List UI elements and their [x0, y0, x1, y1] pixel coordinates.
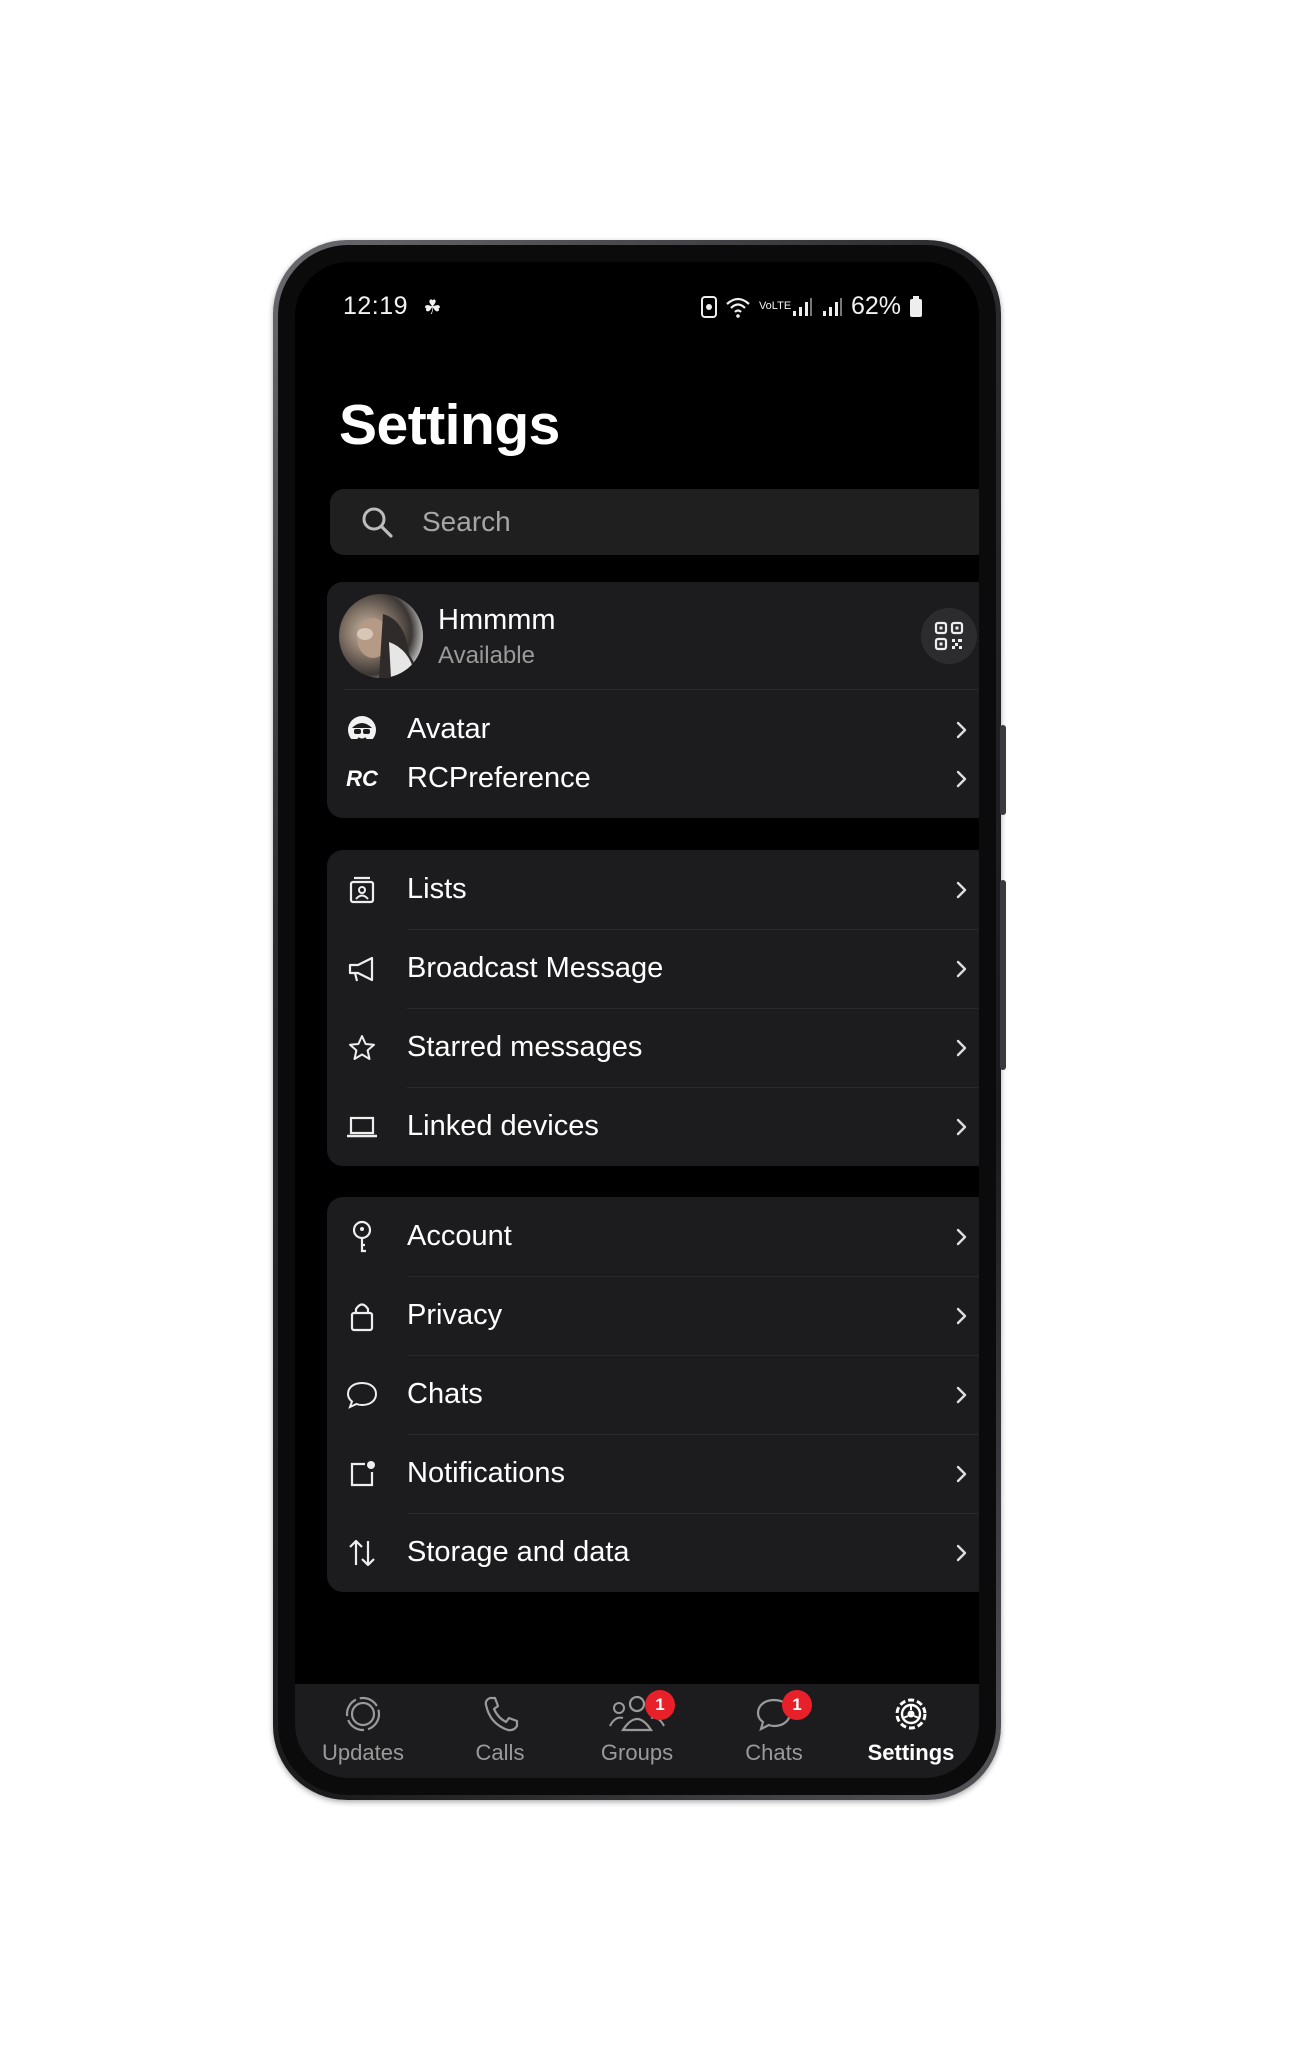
settings-row-privacy[interactable]: Privacy	[327, 1276, 979, 1355]
volume-button	[1000, 725, 1006, 815]
updates-icon	[345, 1696, 381, 1732]
row-label: Privacy	[407, 1299, 503, 1331]
search-icon	[362, 507, 393, 538]
profile-name: Hmmmm	[438, 604, 556, 636]
key-icon	[344, 1219, 380, 1255]
nav-label: Updates	[322, 1740, 404, 1765]
lock-icon	[344, 1298, 380, 1334]
row-label: Chats	[407, 1378, 483, 1410]
tools-card: Lists Broadcast Message Starred messages	[327, 850, 979, 1166]
chat-bubble-icon	[344, 1377, 380, 1413]
nav-label: Calls	[475, 1740, 525, 1765]
chevron-right-icon	[956, 1039, 967, 1056]
avatar[interactable]	[339, 594, 423, 678]
wifi-icon	[726, 297, 750, 318]
volte-label: VoLTE	[758, 300, 792, 312]
chevron-right-icon	[956, 960, 967, 977]
screen: 12:19 ☘ VoLTE 62% Settings Search Hmmmm …	[295, 262, 979, 1778]
search-bar[interactable]: Search	[330, 489, 979, 555]
phone-icon	[484, 1696, 519, 1732]
chevron-right-icon	[956, 1386, 967, 1403]
notification-icon	[344, 1456, 380, 1492]
nav-settings[interactable]: Settings	[843, 1684, 979, 1778]
bottom-navigation: Updates Calls 1 Groups 1 Chats Settings	[295, 1684, 979, 1778]
nav-label: Chats	[745, 1740, 803, 1765]
settings-row-lists[interactable]: Lists	[327, 850, 979, 929]
nav-calls[interactable]: Calls	[432, 1684, 568, 1778]
nav-groups[interactable]: 1 Groups	[569, 1684, 705, 1778]
row-label: Storage and data	[407, 1536, 630, 1568]
nav-chats[interactable]: 1 Chats	[706, 1684, 842, 1778]
settings-gear-icon	[895, 1698, 927, 1730]
row-label: Linked devices	[407, 1110, 599, 1142]
unread-badge: 1	[645, 1690, 675, 1720]
sim-icon	[700, 295, 717, 318]
row-label: Account	[407, 1220, 512, 1252]
page-title: Settings	[339, 393, 560, 457]
row-label: Starred messages	[407, 1031, 643, 1063]
settings-card: Account Privacy Chats Notifications Stor…	[327, 1197, 979, 1592]
row-label: RCPreference	[407, 762, 591, 794]
settings-row-rcpreference[interactable]: RC RCPreference	[327, 739, 979, 818]
signal-icon	[792, 297, 812, 316]
storage-arrows-icon	[344, 1535, 380, 1571]
battery-icon	[910, 295, 922, 317]
row-label: Broadcast Message	[407, 952, 664, 984]
nav-updates[interactable]: Updates	[295, 1684, 431, 1778]
profile-status: Available	[438, 642, 535, 669]
settings-row-storage[interactable]: Storage and data	[327, 1513, 979, 1592]
chevron-right-icon	[956, 1544, 967, 1561]
settings-row-starred[interactable]: Starred messages	[327, 1008, 979, 1087]
battery-percent: 62%	[850, 292, 901, 320]
power-button	[1000, 880, 1006, 1070]
search-placeholder: Search	[422, 506, 511, 537]
settings-row-chats[interactable]: Chats	[327, 1355, 979, 1434]
row-label: Notifications	[407, 1457, 565, 1489]
chevron-right-icon	[956, 1465, 967, 1482]
status-icons: VoLTE 62%	[700, 292, 923, 321]
star-icon	[344, 1030, 380, 1066]
chevron-right-icon	[956, 721, 967, 738]
nav-label: Groups	[600, 1740, 674, 1765]
lists-icon	[344, 872, 380, 908]
profile-row[interactable]: Hmmmm Available	[327, 582, 979, 690]
settings-row-broadcast[interactable]: Broadcast Message	[327, 929, 979, 1008]
notification-app-icon: ☘	[423, 297, 442, 319]
chevron-right-icon	[956, 1118, 967, 1135]
settings-row-notifications[interactable]: Notifications	[327, 1434, 979, 1513]
qr-code-button[interactable]	[921, 608, 977, 664]
chevron-right-icon	[956, 881, 967, 898]
laptop-icon	[344, 1109, 380, 1145]
settings-row-account[interactable]: Account	[327, 1197, 979, 1276]
row-label: Lists	[407, 873, 467, 905]
phone-frame: 12:19 ☘ VoLTE 62% Settings Search Hmmmm …	[273, 240, 1006, 1800]
nav-label: Settings	[867, 1740, 955, 1765]
chevron-right-icon	[956, 770, 967, 787]
signal-icon-2	[822, 297, 842, 316]
rc-logo-icon: RC	[346, 765, 378, 791]
chevron-right-icon	[956, 1228, 967, 1245]
rc-card: RC RCPreference	[327, 739, 979, 818]
qr-code-icon	[934, 621, 964, 651]
settings-row-linked-devices[interactable]: Linked devices	[327, 1087, 979, 1166]
chevron-right-icon	[956, 1307, 967, 1324]
status-time: 12:19 ☘	[343, 292, 442, 320]
unread-badge: 1	[782, 1690, 812, 1720]
megaphone-icon	[344, 951, 380, 987]
